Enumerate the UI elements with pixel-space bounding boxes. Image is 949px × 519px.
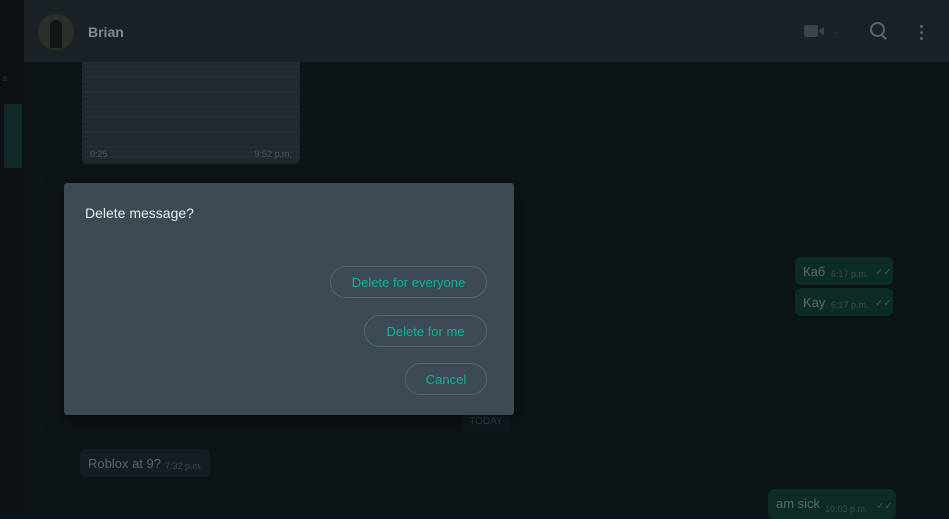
message-text: am sick: [776, 496, 821, 511]
message-time: 6:17 p.m.: [831, 269, 869, 279]
incoming-message[interactable]: Roblox at 9? 7:32 p.m.: [80, 449, 210, 477]
app-window: ≡ Brian ⌄ 0:25 9:52 p.m. Каб 6:17 p.m. ✓…: [0, 0, 949, 519]
contact-name[interactable]: Brian: [88, 24, 124, 40]
date-divider: TODAY: [462, 412, 510, 432]
delete-message-dialog: Delete message? Delete for everyone Dele…: [64, 183, 514, 415]
cancel-button[interactable]: Cancel: [405, 363, 487, 395]
outgoing-message[interactable]: am sick 10:03 p.m. ✓✓: [768, 489, 896, 519]
message-time: 9:52 p.m.: [254, 149, 292, 159]
outgoing-message[interactable]: Каб 6:17 p.m. ✓✓: [795, 257, 893, 285]
more-options-icon[interactable]: [920, 25, 924, 41]
video-call-icon[interactable]: [804, 25, 824, 37]
message-text: Roblox at 9?: [88, 456, 161, 471]
video-duration: 0:25: [90, 149, 108, 159]
message-text: Kay: [803, 295, 826, 310]
outgoing-message[interactable]: Kay 6:17 p.m. ✓✓: [795, 288, 893, 316]
chat-header: Brian ⌄: [24, 0, 949, 63]
message-time: 6:17 p.m.: [831, 300, 869, 310]
message-text: Каб: [803, 264, 826, 279]
filter-icon[interactable]: ≡: [2, 75, 12, 85]
dialog-title: Delete message?: [85, 205, 194, 221]
video-thumbnail[interactable]: [84, 62, 298, 160]
double-check-icon: ✓✓: [875, 298, 892, 309]
double-check-icon: ✓✓: [876, 501, 893, 512]
search-icon[interactable]: [870, 22, 888, 40]
chat-list-strip: ≡: [0, 0, 24, 513]
double-check-icon: ✓✓: [875, 267, 892, 278]
chevron-down-icon[interactable]: ⌄: [832, 26, 840, 37]
avatar[interactable]: [38, 14, 74, 50]
video-message[interactable]: 0:25 9:52 p.m.: [82, 62, 300, 164]
delete-for-me-button[interactable]: Delete for me: [364, 315, 487, 347]
selected-chat-indicator[interactable]: [4, 104, 22, 168]
delete-for-everyone-button[interactable]: Delete for everyone: [330, 266, 487, 298]
message-time: 7:32 p.m.: [165, 461, 203, 471]
